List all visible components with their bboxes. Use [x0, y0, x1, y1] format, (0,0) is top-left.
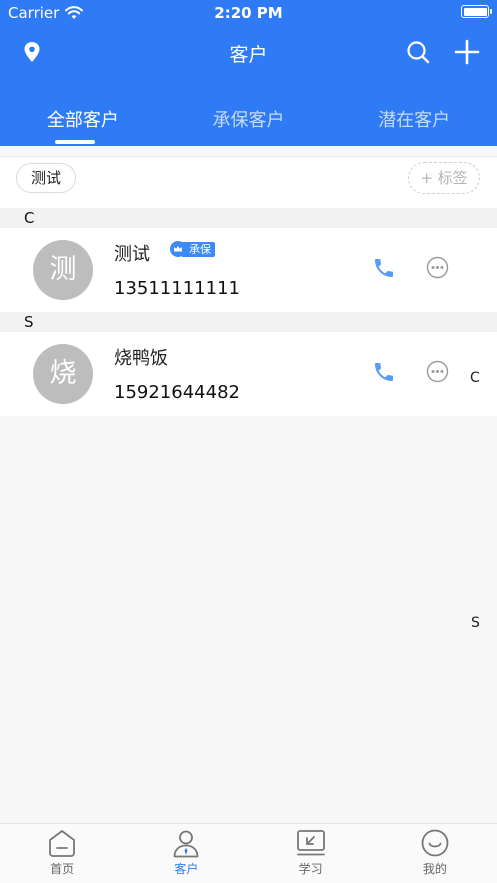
phone-icon[interactable]	[372, 360, 396, 384]
learn-icon	[296, 830, 325, 856]
customer-row[interactable]: 烧 烧鸭饭 15921644482	[0, 332, 497, 416]
tabbar-label: 客户	[174, 862, 199, 876]
tabbar-item-home[interactable]: 首页	[0, 824, 124, 883]
home-icon	[49, 830, 76, 857]
add-icon[interactable]	[454, 39, 480, 65]
tabbar-item-customers[interactable]: 客户	[124, 824, 248, 883]
more-icon[interactable]	[426, 360, 449, 383]
tabbar-label: 我的	[422, 862, 447, 876]
tabbar-item-learn[interactable]: 学习	[249, 824, 373, 883]
crown-icon	[170, 241, 186, 257]
person-icon	[173, 830, 199, 858]
customer-phone: 15921644482	[114, 382, 240, 403]
customer-row[interactable]: 测 测试 承保 13511111111	[0, 228, 497, 312]
bottom-tabbar: 首页 客户 学习 我的	[0, 823, 497, 883]
nav-bar: 客户	[0, 30, 497, 74]
smile-icon	[421, 829, 449, 857]
tag-bar: 测试 + 标签	[0, 156, 497, 208]
phone-icon[interactable]	[372, 256, 396, 280]
avatar: 测	[33, 240, 93, 300]
tag-chip[interactable]: 测试	[16, 163, 77, 193]
tab-potential-customers[interactable]: 潜在客户	[331, 98, 497, 146]
header: Carrier 2:20 PM 客户 全部客户 承保客户 潜在客户	[0, 0, 497, 146]
section-header-s: S	[0, 312, 497, 332]
battery-icon	[461, 5, 492, 18]
tabbar-label: 首页	[50, 862, 75, 876]
tabbar-label: 学习	[298, 862, 323, 876]
customer-name: 烧鸭饭	[114, 348, 168, 369]
tab-insured-customers[interactable]: 承保客户	[166, 98, 332, 146]
more-icon[interactable]	[426, 256, 449, 279]
status-time: 2:20 PM	[214, 4, 283, 22]
status-bar: Carrier 2:20 PM	[0, 0, 497, 26]
avatar: 烧	[33, 344, 93, 404]
customer-phone: 13511111111	[114, 278, 240, 299]
tab-all-customers[interactable]: 全部客户	[0, 98, 166, 146]
customer-name: 测试	[114, 244, 150, 265]
active-tab-indicator	[55, 140, 95, 144]
insured-badge: 承保	[170, 240, 215, 258]
badge-label: 承保	[182, 241, 215, 257]
section-header-c: C	[0, 208, 497, 228]
index-letter-c[interactable]: C	[470, 370, 480, 386]
customer-tabs: 全部客户 承保客户 潜在客户	[0, 98, 497, 146]
tabbar-item-mine[interactable]: 我的	[373, 824, 497, 883]
index-letter-s[interactable]: S	[471, 615, 480, 631]
search-icon[interactable]	[406, 40, 430, 64]
add-tag-button[interactable]: + 标签	[408, 162, 480, 194]
